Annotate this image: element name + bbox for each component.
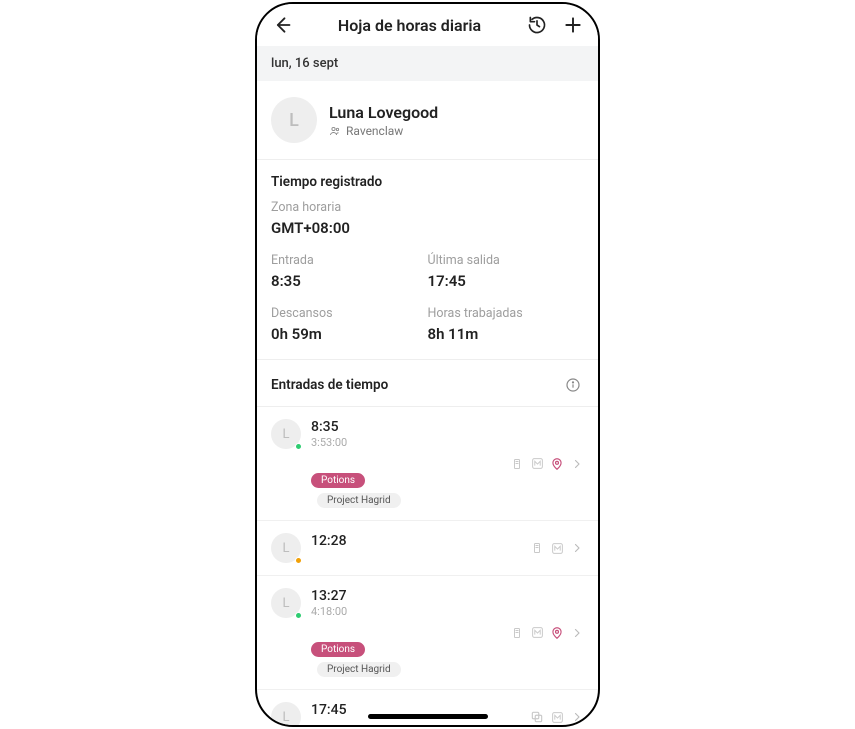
entry-tag: Potions [311,473,365,488]
team-name: Ravenclaw [346,124,403,138]
entry-avatar: L [271,419,301,449]
entry-avatar: L [271,702,301,727]
break-hours-row: Descansos 0h 59m Horas trabajadas 8h 11m [257,306,598,359]
entry-subtag: Project Hagrid [317,662,401,677]
time-entry[interactable]: L17:45 [257,690,598,727]
out-label: Última salida [428,253,585,268]
time-entry[interactable]: L 8:353:53:00 Potions Project Hagrid [257,407,598,521]
pin-icon [550,457,564,471]
user-team: Ravenclaw [329,124,438,138]
entry-icons [530,541,584,555]
entry-time: 12:28 [311,533,520,549]
entries-header: Entradas de tiempo [257,359,598,406]
back-button[interactable] [271,14,293,36]
entry-body: 12:28 [311,533,520,563]
date-label: lun, 16 sept [257,46,598,81]
info-button[interactable] [562,374,584,396]
chevron-right-icon [570,710,584,724]
phone-frame: Hoja de horas diaria lun, 16 sept L Luna… [255,2,600,727]
overlap-icon [530,710,544,724]
timezone-value: GMT+08:00 [271,219,584,237]
entry-icons [510,626,584,640]
time-entry[interactable]: L 12:28 [257,521,598,576]
in-out-row: Entrada 8:35 Última salida 17:45 [257,253,598,306]
entry-duration: 3:53:00 [311,436,500,449]
entry-subtag: Project Hagrid [317,493,401,508]
worked-value: 8h 11m [428,325,585,343]
entry-avatar: L [271,588,301,618]
entry-tag: Potions [311,642,365,657]
status-dot [295,726,302,727]
note-icon [510,626,524,640]
entry-body: 8:353:53:00 Potions Project Hagrid [311,419,500,508]
break-value: 0h 59m [271,325,428,343]
m-icon [550,541,564,555]
entries-list: L8:353:53:00PotionsProject HagridL12:28L… [257,406,598,727]
entry-icons [510,457,584,471]
entry-time: 8:35 [311,419,500,435]
in-label: Entrada [271,253,428,268]
entry-icons [530,710,584,724]
status-dot [295,557,302,564]
m-icon [550,710,564,724]
header: Hoja de horas diaria [257,4,598,46]
status-dot [295,612,302,619]
user-row: L Luna Lovegood Ravenclaw [257,81,598,160]
note-icon [510,457,524,471]
chevron-right-icon [570,626,584,640]
out-value: 17:45 [428,272,585,290]
chevron-right-icon [570,457,584,471]
section-registered-title: Tiempo registrado [257,160,598,200]
entry-body: 13:274:18:00 Potions Project Hagrid [311,588,500,677]
note-icon [530,541,544,555]
m-icon [530,626,544,640]
in-value: 8:35 [271,272,428,290]
m-icon [530,457,544,471]
pin-icon [550,626,564,640]
worked-label: Horas trabajadas [428,306,585,321]
entries-title: Entradas de tiempo [271,377,388,393]
add-button[interactable] [562,14,584,36]
avatar: L [271,97,317,143]
chevron-right-icon [570,541,584,555]
timezone-field: Zona horaria GMT+08:00 [257,200,598,253]
status-dot [295,443,302,450]
entry-avatar: L [271,533,301,563]
entry-duration: 4:18:00 [311,605,500,618]
break-label: Descansos [271,306,428,321]
history-button[interactable] [526,14,548,36]
entry-time: 13:27 [311,588,500,604]
time-entry[interactable]: L 13:274:18:00 Potions Project Hagrid [257,576,598,690]
timezone-label: Zona horaria [271,200,584,215]
user-name: Luna Lovegood [329,103,438,122]
home-indicator [368,714,488,719]
page-title: Hoja de horas diaria [338,16,481,35]
team-icon [329,125,341,137]
